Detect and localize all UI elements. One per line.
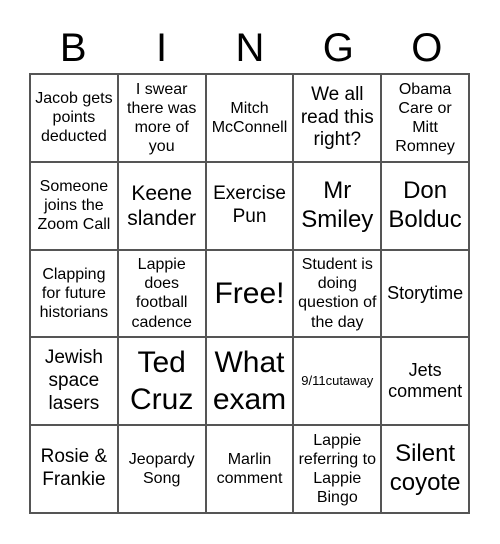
bingo-cell[interactable]: Exercise Pun	[205, 161, 294, 250]
bingo-cell[interactable]: I swear there was more of you	[117, 74, 206, 162]
bingo-cell[interactable]: Lappie referring to Lappie Bingo	[293, 425, 382, 513]
bingo-cell[interactable]: Jewish space lasers	[30, 337, 118, 426]
bingo-cell[interactable]: Marlin comment	[205, 425, 294, 513]
bingo-cell[interactable]: Someone joins the Zoom Call	[30, 161, 118, 250]
bingo-cell[interactable]: Obama Care or Mitt Romney	[381, 74, 469, 162]
bingo-cell[interactable]: Silent coyote	[381, 425, 469, 513]
bingo-cell[interactable]: 9/11cutaway	[293, 337, 382, 426]
bingo-cell[interactable]: What exam	[205, 337, 294, 426]
free-space[interactable]: Free!	[205, 249, 294, 338]
bingo-cell[interactable]: We all read this right?	[293, 74, 382, 162]
bingo-cell[interactable]: Storytime	[381, 249, 469, 338]
bingo-cell[interactable]: Clapping for future historians	[30, 249, 118, 338]
bingo-header: B I N G O	[29, 22, 471, 72]
bingo-cell[interactable]: Rosie & Frankie	[30, 425, 118, 513]
bingo-cell[interactable]: Jeopardy Song	[117, 425, 206, 513]
bingo-cell[interactable]: Jacob gets points deducted	[30, 74, 118, 162]
bingo-cell[interactable]: Don Bolduc	[381, 161, 469, 250]
bingo-cell[interactable]: Lappie does football cadence	[117, 249, 206, 338]
bingo-cell[interactable]: Student is doing question of the day	[293, 249, 382, 338]
bingo-grid: Jacob gets points deducted I swear there…	[29, 73, 470, 514]
bingo-cell[interactable]: Jets comment	[381, 337, 469, 426]
header-letter-g: G	[322, 26, 354, 70]
header-letter-i: I	[156, 26, 168, 70]
bingo-cell[interactable]: Mr Smiley	[293, 161, 382, 250]
header-letter-o: O	[411, 26, 443, 70]
bingo-cell[interactable]: Keene slander	[117, 161, 206, 250]
header-letter-b: B	[59, 26, 87, 70]
bingo-cell[interactable]: Mitch McConnell	[205, 74, 294, 162]
bingo-cell[interactable]: Ted Cruz	[117, 337, 206, 426]
header-letter-n: N	[235, 26, 265, 70]
